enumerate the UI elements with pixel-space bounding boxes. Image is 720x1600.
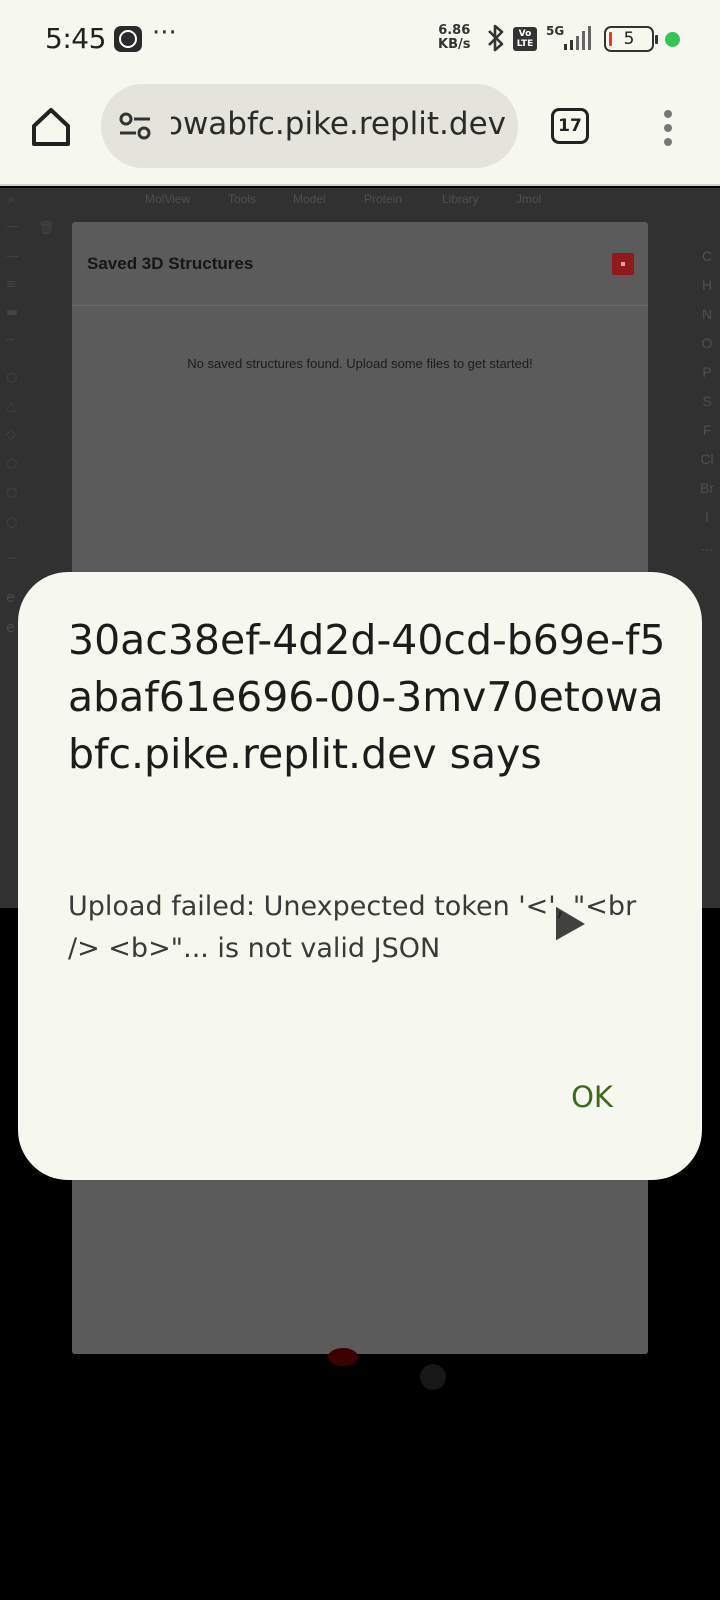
- toolbar-letter: e: [6, 620, 15, 636]
- network-speed-value: 6.86: [438, 23, 471, 38]
- signal-icon: 5G: [546, 24, 591, 50]
- tab-switcher-button[interactable]: 17: [551, 108, 589, 144]
- home-icon[interactable]: [26, 102, 76, 152]
- element-F[interactable]: F: [694, 422, 720, 438]
- search-icon[interactable]: ⌕: [8, 192, 15, 207]
- element-more[interactable]: ...: [694, 538, 720, 554]
- element-O[interactable]: O: [694, 335, 720, 351]
- modal-title: Saved 3D Structures: [87, 254, 254, 273]
- menu-tools[interactable]: Tools: [228, 192, 256, 206]
- signal-label: 5G: [546, 24, 564, 38]
- bond-tool-icon[interactable]: ▬: [6, 306, 24, 319]
- menu-jmol[interactable]: Jmol: [516, 192, 541, 206]
- address-bar[interactable]: 30ac38ef-4d2d-40cd-b69e-f5abaf61e696-00-…: [101, 84, 518, 168]
- bond-tool-icon[interactable]: ≡: [6, 278, 24, 291]
- trash-icon[interactable]: 🗑: [38, 222, 56, 235]
- dialog-title: 30ac38ef-4d2d-40cd-b69e-f5abaf61e696-00-…: [68, 616, 666, 778]
- menu-molview[interactable]: MolView: [145, 192, 190, 206]
- element-S[interactable]: S: [694, 393, 720, 409]
- browser-toolbar: 30ac38ef-4d2d-40cd-b69e-f5abaf61e696-00-…: [0, 80, 720, 186]
- close-icon[interactable]: [612, 253, 634, 275]
- bond-tool-icon[interactable]: —: [6, 220, 24, 233]
- overflow-menu-icon[interactable]: [656, 108, 680, 148]
- network-speed: 6.86 KB/s: [438, 24, 470, 52]
- empty-state-message: No saved structures found. Upload some f…: [187, 356, 533, 371]
- ring-tool-icon[interactable]: △: [6, 400, 24, 413]
- element-C[interactable]: C: [694, 248, 720, 264]
- clock: 5:45: [45, 22, 106, 55]
- menu-model[interactable]: Model: [293, 192, 326, 206]
- element-P[interactable]: P: [694, 364, 720, 380]
- chain-tool-icon[interactable]: ∽: [6, 552, 24, 565]
- element-N[interactable]: N: [694, 306, 720, 322]
- alarm-icon: [114, 26, 142, 52]
- ring-tool-icon[interactable]: ⬡: [6, 372, 24, 385]
- toolbar-letter: e: [6, 590, 15, 606]
- ring-tool-icon[interactable]: ⬠: [6, 458, 24, 471]
- volte-icon: Vo LTE: [513, 27, 537, 51]
- pointer-cursor-icon: [554, 904, 588, 943]
- background-shape: [328, 1348, 358, 1366]
- ring-tool-icon[interactable]: ◇: [6, 428, 24, 441]
- modal-header: Saved 3D Structures: [72, 222, 648, 306]
- menu-library[interactable]: Library: [442, 192, 479, 206]
- alert-dialog: 30ac38ef-4d2d-40cd-b69e-f5abaf61e696-00-…: [18, 572, 702, 1180]
- site-settings-icon[interactable]: [117, 110, 153, 142]
- more-notifications-icon: ···: [152, 18, 177, 48]
- privacy-indicator-dot: [665, 32, 680, 47]
- ok-button[interactable]: OK: [552, 1072, 632, 1122]
- bluetooth-icon: [488, 24, 504, 52]
- menu-protein[interactable]: Protein: [364, 192, 402, 206]
- url-text[interactable]: 30ac38ef-4d2d-40cd-b69e-f5abaf61e696-00-…: [171, 106, 506, 142]
- element-Br[interactable]: Br: [694, 480, 720, 496]
- ring-tool-icon[interactable]: ○: [6, 486, 24, 499]
- ring-tool-icon[interactable]: ○: [6, 516, 24, 529]
- element-H[interactable]: H: [694, 277, 720, 293]
- element-Cl[interactable]: Cl: [694, 451, 720, 467]
- bond-tool-icon[interactable]: ╌: [6, 334, 24, 347]
- element-I[interactable]: I: [694, 509, 720, 525]
- network-speed-unit: KB/s: [438, 37, 471, 52]
- bond-tool-icon[interactable]: —: [6, 250, 24, 263]
- battery-icon: 5: [604, 26, 658, 52]
- menu-bar: ⌕ MolView Tools Model Protein Library Jm…: [0, 188, 720, 214]
- background-shape: [420, 1364, 446, 1390]
- status-bar: 5:45 ··· 6.86 KB/s Vo LTE 5G 5: [0, 0, 720, 80]
